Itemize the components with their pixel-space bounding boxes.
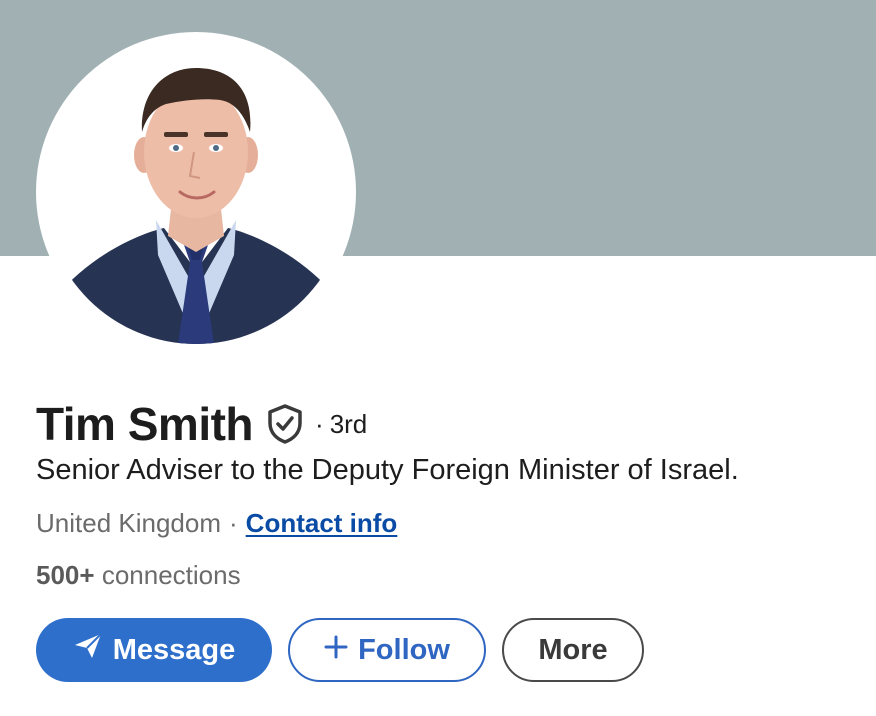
paper-plane-icon [73, 632, 103, 668]
profile-actions: Message Follow More [36, 618, 644, 682]
follow-button[interactable]: Follow [288, 618, 486, 682]
contact-info-link[interactable]: Contact info [246, 508, 398, 538]
more-button[interactable]: More [502, 618, 644, 682]
profile-photo [44, 40, 348, 344]
more-button-label: More [538, 633, 608, 666]
message-button-label: Message [112, 633, 236, 666]
degree-separator: · [315, 408, 324, 439]
profile-location: United Kingdom [36, 508, 221, 538]
profile-name: Tim Smith [36, 398, 254, 450]
profile-headline: Senior Adviser to the Deputy Foreign Min… [36, 454, 739, 486]
message-button[interactable]: Message [36, 618, 272, 682]
connection-degree: 3rd [329, 408, 368, 439]
connections-label: connections [101, 560, 241, 590]
connections-count[interactable]: 500+ connections [36, 560, 241, 591]
connections-number: 500+ [36, 560, 95, 590]
plus-icon [324, 634, 348, 667]
location-row: United Kingdom · Contact info [36, 508, 397, 539]
name-row: Tim Smith · 3rd [36, 396, 367, 452]
avatar[interactable] [44, 40, 348, 344]
location-separator: · [229, 508, 238, 538]
profile-card: Tim Smith · 3rd Senior Adviser to the De… [0, 0, 876, 716]
verified-shield-icon[interactable] [267, 404, 303, 444]
follow-button-label: Follow [358, 633, 450, 666]
